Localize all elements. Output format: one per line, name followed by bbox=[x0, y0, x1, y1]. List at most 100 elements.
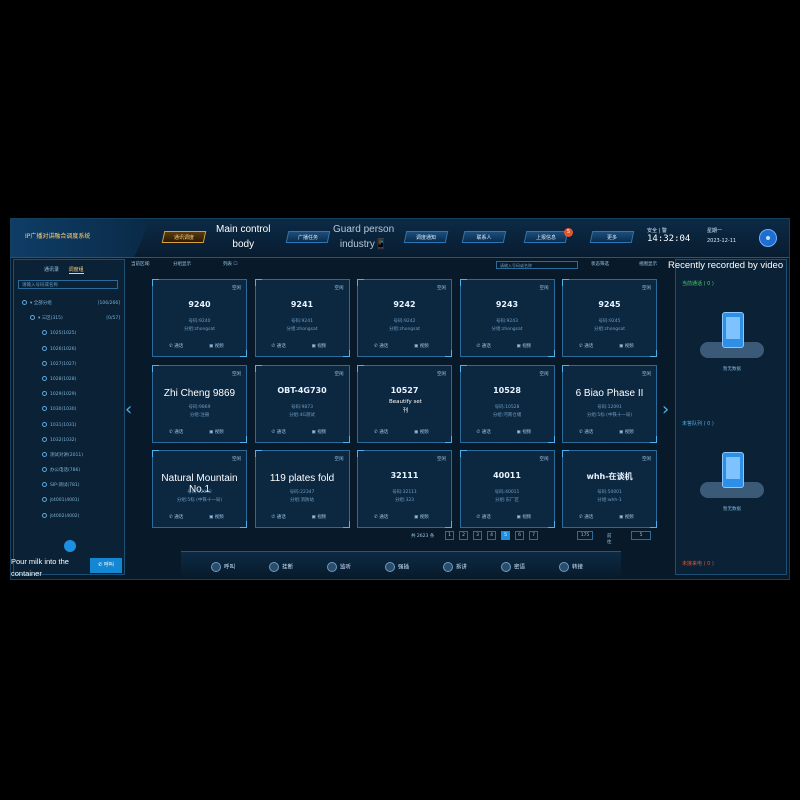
device-card[interactable]: 空闲 Zhi Cheng 9869 号码:9869 分组:注册 ✆ 通话 ▣ 视频 bbox=[152, 364, 247, 443]
card-call-button[interactable]: ✆ 通话 bbox=[477, 343, 491, 349]
tree-item[interactable]: 1025(1025) bbox=[22, 326, 120, 341]
card-video-button[interactable]: ▣ 视频 bbox=[517, 343, 532, 349]
card-video-button[interactable]: ▣ 视频 bbox=[209, 429, 224, 435]
card-call-button[interactable]: ✆ 通话 bbox=[579, 429, 593, 435]
page-button[interactable]: 5 bbox=[501, 531, 510, 540]
tree-count: [106/266] bbox=[97, 301, 120, 306]
card-video-button[interactable]: ▣ 视频 bbox=[312, 343, 327, 349]
card-phone: 号码:10528 bbox=[494, 404, 520, 410]
card-phone: 号码:12092 bbox=[187, 490, 212, 495]
device-card[interactable]: 空闲 whh-在谈机 号码:50001 分组:whh-1 ✆ 通话 ▣ 视频 bbox=[562, 450, 657, 528]
card-video-button[interactable]: ▣ 视频 bbox=[619, 514, 634, 520]
grid-search-input[interactable]: 请输入号码或名称 bbox=[496, 261, 578, 269]
card-video-button[interactable]: ▣ 视频 bbox=[414, 343, 429, 349]
card-video-button[interactable]: ▣ 视频 bbox=[517, 429, 532, 435]
goto-input[interactable]: 5 bbox=[631, 531, 651, 540]
page-button[interactable]: 6 bbox=[515, 531, 524, 540]
list-toggle[interactable]: 列表 ☐ bbox=[223, 261, 237, 267]
card-call-button[interactable]: ✆ 通话 bbox=[477, 514, 491, 520]
fab-button[interactable] bbox=[64, 540, 76, 552]
tile-view[interactable]: 视图显示 bbox=[639, 261, 657, 267]
card-video-button[interactable]: ▣ 视频 bbox=[209, 343, 224, 349]
device-card[interactable]: 空闲 6 Biao Phase II 号码:12091 分组:5标 (中铁十一局) ✆ … bbox=[562, 364, 657, 443]
action-button[interactable]: 拆讲 bbox=[443, 562, 467, 572]
card-call-button[interactable]: ✆ 通话 bbox=[579, 514, 593, 520]
next-page-arrow[interactable]: › bbox=[662, 399, 669, 420]
tab-address-book[interactable]: 通讯录 bbox=[44, 267, 59, 273]
card-call-button[interactable]: ✆ 通话 bbox=[477, 429, 491, 435]
tree-item[interactable]: 1029(1029) bbox=[22, 387, 120, 402]
tree-item[interactable]: 1032(1032) bbox=[22, 433, 120, 448]
page-button[interactable]: 2 bbox=[459, 531, 468, 540]
card-call-button[interactable]: ✆ 通话 bbox=[374, 343, 388, 349]
device-card[interactable]: 空闲 9242 号码:9242 分组:zhongsat ✆ 通话 ▣ 视频 bbox=[357, 279, 452, 357]
status-filter[interactable]: 状态筛选 bbox=[591, 261, 609, 267]
group-icon bbox=[42, 482, 47, 488]
sidebar-search-input[interactable]: 请输入号码或名称 bbox=[18, 280, 118, 289]
group-icon bbox=[22, 300, 27, 305]
prev-page-arrow[interactable]: ‹ bbox=[125, 399, 132, 420]
card-video-button[interactable]: ▣ 视频 bbox=[517, 514, 532, 520]
card-group: 分组:323 bbox=[394, 498, 415, 503]
tree-item[interactable]: 1030(1030) bbox=[22, 402, 120, 417]
empty-label-1: 暂无数据 bbox=[723, 367, 741, 372]
card-video-button[interactable]: ▣ 视频 bbox=[414, 429, 429, 435]
device-card[interactable]: 空闲 32111 号码:32111 分组:323 ✆ 通话 ▣ 视频 bbox=[357, 450, 452, 528]
caption-pour-milk: Pour milk into the container bbox=[11, 557, 69, 578]
tree-item[interactable]: 1026(1026) bbox=[22, 342, 120, 357]
tree-item[interactable]: 1027(1027) bbox=[22, 357, 120, 372]
tree-item[interactable]: SIP-测试(781) bbox=[22, 478, 120, 493]
tree-item[interactable]: jt4001(4001) bbox=[22, 493, 120, 508]
group-display[interactable]: 分组显示 bbox=[173, 261, 191, 267]
card-call-button[interactable]: ✆ 通话 bbox=[169, 514, 183, 520]
call-button[interactable]: ✆ 呼叫 bbox=[90, 558, 122, 573]
device-card[interactable]: 空闲 Natural Mountain No.1 号码:12092 分组:5标 (中铁… bbox=[152, 450, 247, 528]
tree-item[interactable]: 1028(1028) bbox=[22, 372, 120, 387]
tab-groups[interactable]: 调度组 bbox=[68, 267, 84, 274]
device-card[interactable]: 空闲 40011 号码:40011 分组:东厂区 ✆ 通话 ▣ 视频 bbox=[459, 450, 555, 528]
tree-item[interactable]: ▾ 三区(315) [0/57] bbox=[22, 311, 120, 326]
card-video-button[interactable]: ▣ 视频 bbox=[619, 343, 634, 349]
device-card[interactable]: 空闲 9241 号码:9241 分组:zhongsat ✆ 通话 ▣ 视频 bbox=[254, 279, 350, 357]
page-button[interactable]: 4 bbox=[487, 531, 496, 540]
card-video-button[interactable]: ▣ 视频 bbox=[414, 514, 429, 520]
card-video-button[interactable]: ▣ 视频 bbox=[209, 514, 224, 520]
card-video-button[interactable]: ▣ 视频 bbox=[312, 514, 327, 520]
device-card[interactable]: 空闲 10527 ✆ 通话 ▣ 视频 Beautify set 刊 bbox=[357, 364, 452, 443]
card-video-button[interactable]: ▣ 视频 bbox=[619, 429, 634, 435]
card-call-button[interactable]: ✆ 通话 bbox=[579, 343, 593, 349]
action-button[interactable]: 挂断 bbox=[269, 562, 293, 572]
tree-item[interactable]: jt4002(4002) bbox=[22, 509, 120, 524]
page-button[interactable]: 1 bbox=[445, 531, 454, 540]
tree-item[interactable]: 办公电话(786) bbox=[22, 463, 120, 478]
device-card[interactable]: 空闲 9245 号码:9245 分组:zhongsat ✆ 通话 ▣ 视频 bbox=[562, 279, 657, 357]
card-call-button[interactable]: ✆ 通话 bbox=[169, 343, 183, 349]
avatar[interactable] bbox=[759, 229, 777, 247]
action-button[interactable]: 转接 bbox=[559, 562, 583, 572]
empty-label-2: 暂无数据 bbox=[723, 507, 741, 512]
card-call-button[interactable]: ✆ 通话 bbox=[169, 429, 183, 435]
card-video-button[interactable]: ▣ 视频 bbox=[312, 429, 327, 435]
action-button[interactable]: 密语 bbox=[501, 562, 525, 572]
tree-item[interactable]: ▾ 全部分组 [106/266] bbox=[22, 296, 120, 311]
device-card[interactable]: 空闲 9243 号码:9243 分组:zhongsat ✆ 通话 ▣ 视频 bbox=[459, 279, 555, 357]
tree-item[interactable]: 1031(1031) bbox=[22, 418, 120, 433]
page-button[interactable]: 3 bbox=[473, 531, 482, 540]
device-card[interactable]: 空闲 9240 号码:9240 分组:zhongsat ✆ 通话 ▣ 视频 bbox=[152, 279, 247, 357]
card-call-button[interactable]: ✆ 通话 bbox=[272, 514, 286, 520]
card-call-button[interactable]: ✆ 通话 bbox=[272, 429, 286, 435]
action-button[interactable]: 监听 bbox=[327, 562, 351, 572]
card-call-button[interactable]: ✆ 通话 bbox=[374, 429, 388, 435]
device-card[interactable]: 空闲 10528 号码:10528 分组:河南仓储 ✆ 通话 ▣ 视频 bbox=[459, 364, 555, 443]
page-button[interactable]: 7 bbox=[529, 531, 538, 540]
card-call-button[interactable]: ✆ 通话 bbox=[374, 514, 388, 520]
device-card[interactable]: 空闲 119 plates fold 号码:22347 分组:消防站 ✆ 通话 ▣ 视频 bbox=[254, 450, 350, 528]
action-button[interactable]: 强插 bbox=[385, 562, 409, 572]
card-call-button[interactable]: ✆ 通话 bbox=[272, 343, 286, 349]
card-phone: 号码:32111 bbox=[392, 490, 417, 495]
device-card[interactable]: 空闲 OBT-4G730 号码:9873 分组:4G测试 ✆ 通话 ▣ 视频 bbox=[254, 364, 350, 443]
last-page-button[interactable]: 175 bbox=[577, 531, 593, 540]
action-button[interactable]: 呼叫 bbox=[211, 562, 235, 572]
current-call-title: 当前通话 ( 0 ) bbox=[682, 281, 714, 287]
tree-item[interactable]: 测试对讲(2011) bbox=[22, 448, 120, 463]
